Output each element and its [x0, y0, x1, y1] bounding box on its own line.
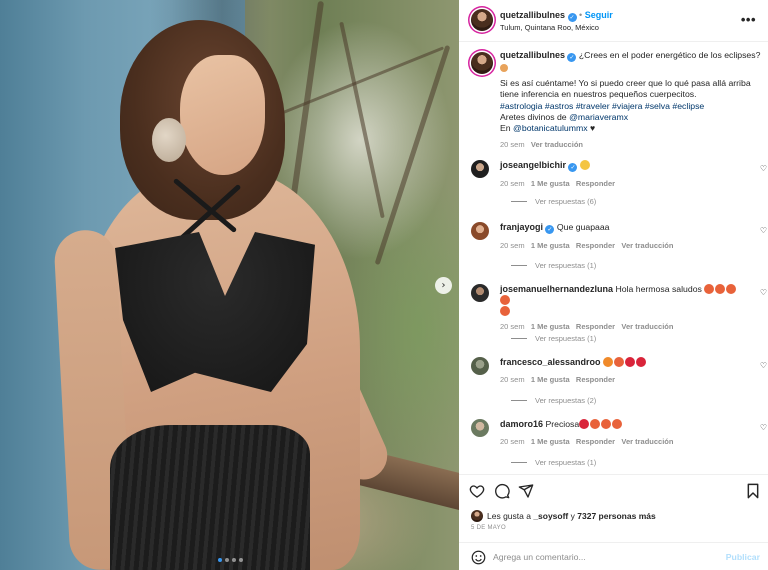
- comment-text: Preciosa: [545, 419, 580, 429]
- black-skirt: [110, 425, 310, 570]
- comment-avatar[interactable]: [471, 284, 489, 302]
- caption-username[interactable]: quetzallibulnes: [500, 50, 565, 60]
- post-header: quetzallibulnes ✓ • Seguir Tulum, Quinta…: [459, 0, 768, 42]
- emoji-icon: [602, 357, 613, 367]
- caption-time[interactable]: 20 sem: [500, 140, 525, 149]
- emoji-icon: [500, 306, 510, 316]
- verified-icon: ✓: [545, 225, 555, 234]
- post-comment-button[interactable]: Publicar: [726, 552, 760, 562]
- emoji-icon: [590, 419, 601, 429]
- emoji-icon: [704, 284, 715, 294]
- emoji-icon: [612, 419, 623, 429]
- emoji-icon: [624, 357, 635, 367]
- post-sidebar: quetzallibulnes ✓ • Seguir Tulum, Quinta…: [459, 0, 768, 570]
- comment-like-icon[interactable]: ♡: [760, 226, 767, 235]
- earrings-mention[interactable]: @mariaveramx: [569, 112, 628, 122]
- view-replies[interactable]: Ver respuestas (1): [511, 261, 596, 270]
- verified-icon: ✓: [568, 163, 578, 172]
- add-comment-bar: Agrega un comentario... Publicar: [459, 542, 768, 570]
- emoji-icon: [579, 160, 590, 170]
- view-replies[interactable]: Ver respuestas (1): [511, 458, 596, 467]
- view-replies[interactable]: Ver respuestas (2): [511, 396, 596, 405]
- smiley-icon[interactable]: [471, 550, 486, 565]
- view-replies[interactable]: Ver respuestas (1): [511, 334, 596, 343]
- post-location[interactable]: Tulum, Quintana Roo, México: [500, 23, 599, 32]
- follow-button[interactable]: Seguir: [585, 10, 613, 20]
- carousel-dot: [225, 558, 229, 562]
- comment-avatar[interactable]: [471, 357, 489, 375]
- caption-line1: ¿Crees en el poder energético de los ecl…: [578, 50, 761, 60]
- comment-icon[interactable]: [494, 483, 510, 499]
- author-username[interactable]: quetzallibulnes: [500, 10, 565, 20]
- caption-avatar[interactable]: [471, 52, 493, 74]
- view-replies[interactable]: Ver respuestas (6): [511, 197, 596, 206]
- carousel-dot: [239, 558, 243, 562]
- comment-avatar[interactable]: [471, 222, 489, 240]
- eclipse-emoji-icon: [500, 64, 508, 72]
- comment-username[interactable]: damoro16: [500, 419, 543, 429]
- comment-text: Hola hermosa saludos: [615, 284, 702, 294]
- comment-username[interactable]: franjayogi: [500, 222, 543, 232]
- comment-text: Que guapaaa: [556, 222, 610, 232]
- post-date[interactable]: 5 DE MAYO: [471, 525, 506, 531]
- comment-username[interactable]: francesco_alessandroo: [500, 357, 601, 367]
- comment-username[interactable]: joseangelbichir: [500, 160, 566, 170]
- comment-like-icon[interactable]: ♡: [760, 361, 767, 370]
- author-avatar[interactable]: [471, 9, 493, 31]
- place-mention[interactable]: @botanicatulummx: [513, 123, 588, 133]
- instagram-post-modal: › quetzallibulnes ✓ • Seguir Tulum, Quin…: [0, 0, 768, 570]
- comment-like-icon[interactable]: ♡: [760, 288, 767, 297]
- carousel-dot: [232, 558, 236, 562]
- likes-count[interactable]: 7327 personas más: [577, 511, 655, 521]
- emoji-icon: [601, 419, 612, 429]
- next-arrow-icon[interactable]: ›: [435, 277, 452, 294]
- liker-username[interactable]: _soysoff: [533, 511, 568, 521]
- caption-translate[interactable]: Ver traducción: [531, 140, 583, 149]
- emoji-icon: [613, 357, 624, 367]
- likes-summary: Les gusta a _soysoff y 7327 personas más: [471, 510, 656, 522]
- emoji-icon: [715, 284, 726, 294]
- comment-input[interactable]: Agrega un comentario...: [493, 552, 586, 562]
- emoji-icon: [500, 295, 510, 305]
- heart-icon[interactable]: [469, 483, 485, 499]
- earring: [152, 118, 186, 162]
- bookmark-icon[interactable]: [746, 483, 760, 499]
- comment-avatar[interactable]: [471, 160, 489, 178]
- comment-like-icon[interactable]: ♡: [760, 164, 767, 173]
- emoji-icon: [579, 419, 590, 429]
- post-photo[interactable]: ›: [0, 0, 459, 570]
- post-actions: Les gusta a _soysoff y 7327 personas más…: [459, 474, 768, 570]
- verified-icon: ✓: [567, 53, 577, 62]
- carousel-dot: [218, 558, 222, 562]
- caption-hashtags[interactable]: #astrologia #astros #traveler #viajera #…: [500, 101, 762, 112]
- emoji-icon: [635, 357, 646, 367]
- comment-like-icon[interactable]: ♡: [760, 423, 767, 432]
- comment-avatar[interactable]: [471, 419, 489, 437]
- caption-body: Si es así cuéntame! Yo si puedo creer qu…: [500, 78, 751, 100]
- verified-icon: ✓: [567, 13, 577, 22]
- liker-avatar[interactable]: [471, 510, 483, 522]
- emoji-icon: [726, 284, 737, 294]
- carousel-dots: [218, 558, 243, 562]
- comment-username[interactable]: josemanuelhernandezluna: [500, 284, 613, 294]
- share-icon[interactable]: [518, 483, 534, 499]
- more-options-icon[interactable]: •••: [741, 12, 756, 27]
